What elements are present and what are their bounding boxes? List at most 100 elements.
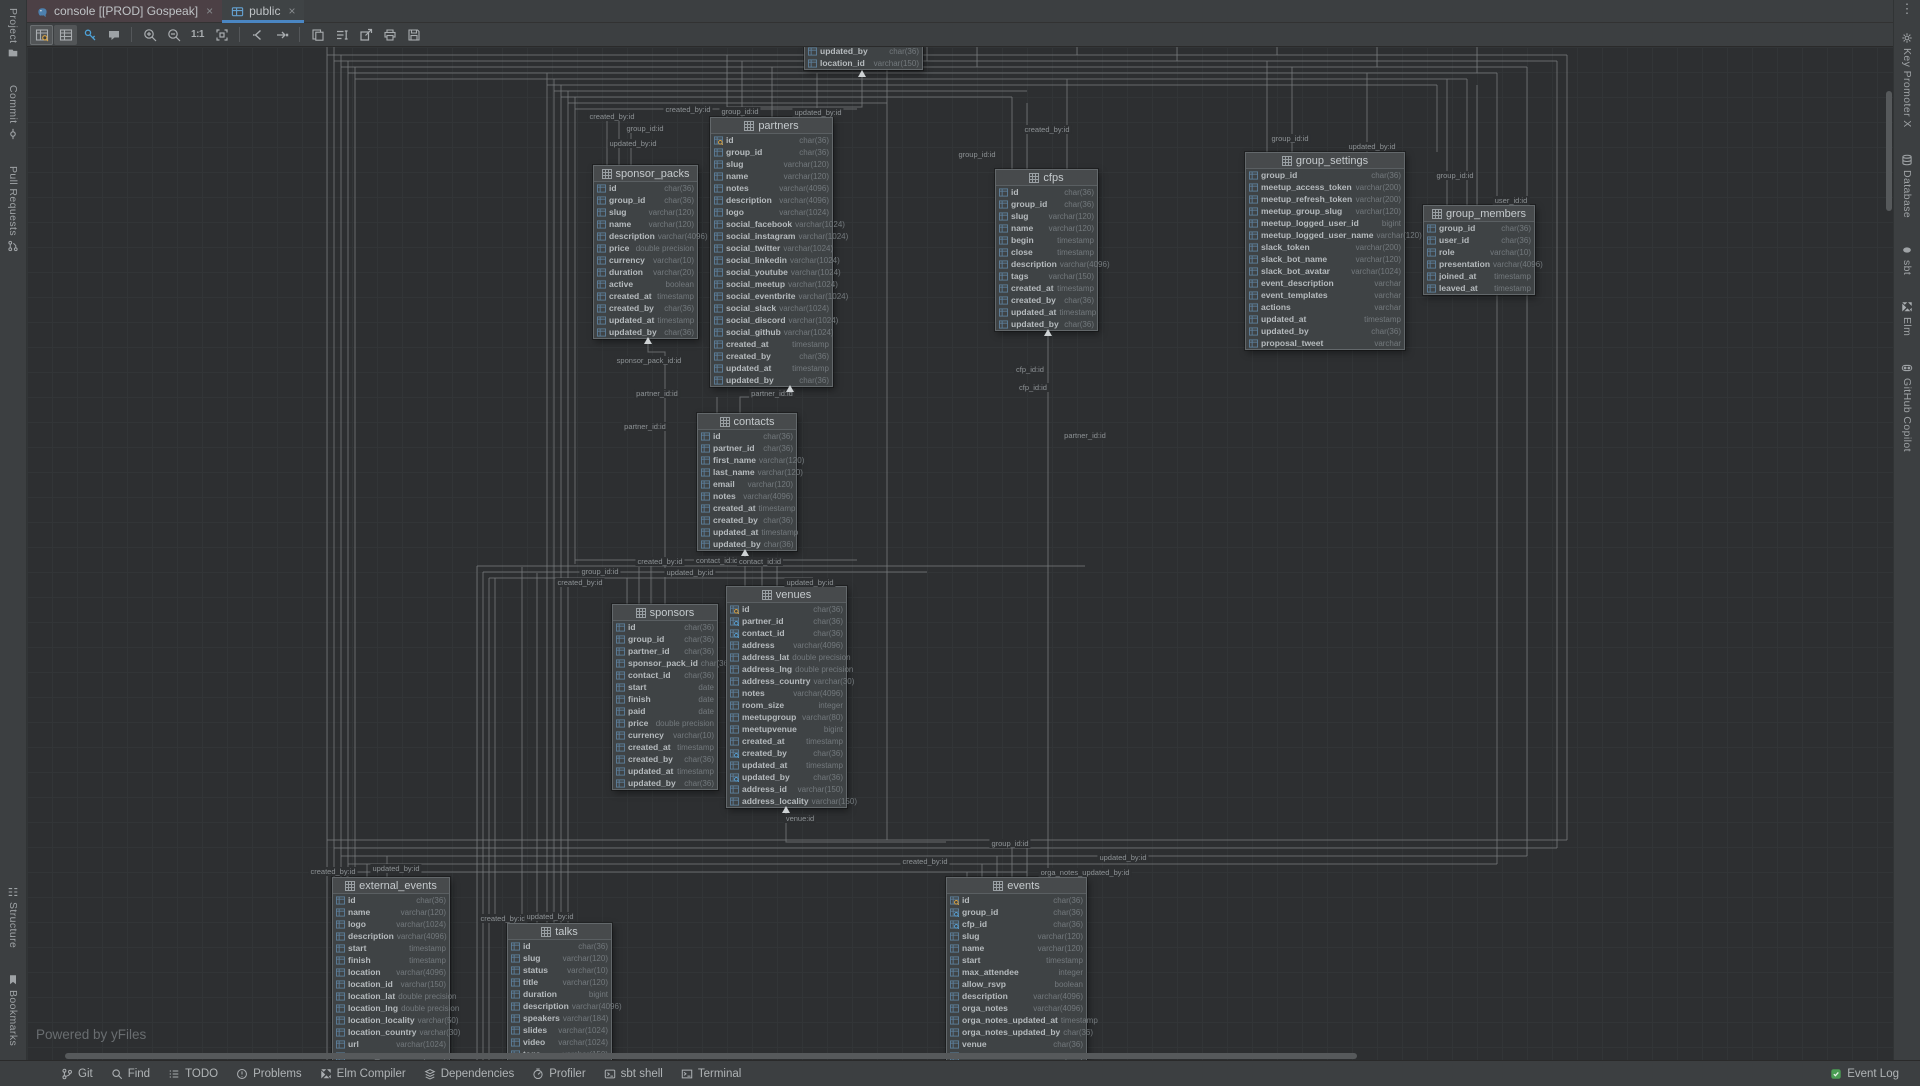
column-row[interactable]: finishtimestamp <box>333 954 449 966</box>
column-row[interactable]: contact_idchar(36) <box>613 669 717 681</box>
vertical-scrollbar[interactable] <box>1886 91 1892 211</box>
column-row[interactable]: location_idvarchar(150) <box>805 57 922 69</box>
column-row[interactable]: logovarchar(1024) <box>333 918 449 930</box>
column-row[interactable]: address_countryvarchar(30) <box>727 675 846 687</box>
column-row[interactable]: event_templatesvarchar <box>1246 289 1404 301</box>
column-row[interactable]: meetup_group_slugvarchar(120) <box>1246 205 1404 217</box>
column-row[interactable]: proposal_tweetvarchar <box>1246 337 1404 349</box>
close-icon[interactable]: × <box>288 4 295 18</box>
diagram-structure-view-button[interactable] <box>30 25 53 45</box>
column-row[interactable]: starttimestamp <box>333 942 449 954</box>
tab-console[interactable]: console [[PROD] Gospeak] × <box>27 0 222 22</box>
tool-window-button-bookmarks[interactable]: Bookmarks <box>7 974 19 1046</box>
column-row[interactable]: updated_attimestamp <box>594 314 697 326</box>
status-item-terminal[interactable]: Terminal <box>672 1068 750 1080</box>
column-row[interactable]: namevarchar(120) <box>594 218 697 230</box>
status-item-problems[interactable]: Problems <box>227 1068 311 1080</box>
export-diagram-button[interactable] <box>354 25 377 45</box>
column-row[interactable]: durationbigint <box>508 988 611 1000</box>
fit-content-button[interactable] <box>210 25 233 45</box>
column-row[interactable]: user_idchar(36) <box>1424 234 1534 246</box>
comments-button[interactable] <box>102 25 125 45</box>
tool-window-button-key-promoter-x[interactable]: Key Promoter X <box>1901 32 1913 128</box>
column-row[interactable]: presentationvarchar(4096) <box>1424 258 1534 270</box>
tool-window-button-sbt[interactable]: sbt <box>1901 244 1913 275</box>
column-row[interactable]: cfp_idchar(36) <box>947 918 1086 930</box>
column-row[interactable]: social_youtubevarchar(1024) <box>711 266 832 278</box>
column-row[interactable]: startdate <box>613 681 717 693</box>
column-row[interactable]: orga_notesvarchar(4096) <box>947 1002 1086 1014</box>
column-row[interactable]: created_attimestamp <box>727 735 846 747</box>
column-row[interactable]: created_bychar(36) <box>711 350 832 362</box>
column-row[interactable]: first_namevarchar(120) <box>698 454 796 466</box>
column-row[interactable]: created_attimestamp <box>996 282 1097 294</box>
table-header[interactable]: external_events <box>333 878 449 894</box>
column-row[interactable]: slugvarchar(120) <box>947 930 1086 942</box>
column-row[interactable]: meetupvenuebigint <box>727 723 846 735</box>
column-row[interactable]: namevarchar(120) <box>711 170 832 182</box>
column-row[interactable]: begintimestamp <box>996 234 1097 246</box>
column-row[interactable]: currencyvarchar(10) <box>594 254 697 266</box>
column-row[interactable]: address_lngdouble precision <box>727 663 846 675</box>
column-row[interactable]: pricedouble precision <box>613 717 717 729</box>
column-row[interactable]: slugvarchar(120) <box>508 952 611 964</box>
table-header[interactable]: cfps <box>996 170 1097 186</box>
column-row[interactable]: notesvarchar(4096) <box>698 490 796 502</box>
table-header[interactable]: sponsors <box>613 605 717 621</box>
column-row[interactable]: location_idvarchar(150) <box>333 978 449 990</box>
column-row[interactable]: idchar(36) <box>711 134 832 146</box>
tool-window-button-elm[interactable]: Elm <box>1901 301 1913 336</box>
tab-public[interactable]: public × <box>222 0 304 22</box>
column-row[interactable]: paiddate <box>613 705 717 717</box>
edit-columns-button[interactable] <box>330 25 353 45</box>
status-item-git[interactable]: Git <box>52 1068 102 1080</box>
column-row[interactable]: logovarchar(1024) <box>711 206 832 218</box>
column-row[interactable]: idchar(36) <box>996 186 1097 198</box>
status-item-elm-compiler[interactable]: Elm Compiler <box>311 1068 415 1080</box>
column-row[interactable]: locationvarchar(4096) <box>333 966 449 978</box>
column-row[interactable]: social_instagramvarchar(1024) <box>711 230 832 242</box>
column-row[interactable]: social_slackvarchar(1024) <box>711 302 832 314</box>
column-row[interactable]: idchar(36) <box>947 894 1086 906</box>
column-row[interactable]: created_attimestamp <box>594 290 697 302</box>
column-row[interactable]: updated_bychar(36) <box>1246 325 1404 337</box>
column-row[interactable]: max_attendeeinteger <box>947 966 1086 978</box>
column-row[interactable]: location_countryvarchar(30) <box>333 1026 449 1038</box>
column-row[interactable]: namevarchar(120) <box>947 942 1086 954</box>
table-partial[interactable]: updated_bychar(36)location_idvarchar(150… <box>804 47 923 70</box>
table-cfps[interactable]: cfpsidchar(36)group_idchar(36)slugvarcha… <box>995 169 1098 331</box>
table-header[interactable]: contacts <box>698 414 796 430</box>
column-row[interactable]: updated_bychar(36) <box>613 777 717 789</box>
column-row[interactable]: slack_tokenvarchar(200) <box>1246 241 1404 253</box>
column-row[interactable]: updated_attimestamp <box>1246 313 1404 325</box>
kebab-menu-icon[interactable]: ⋮ <box>1901 4 1914 14</box>
column-row[interactable]: meetup_logged_user_namevarchar(120) <box>1246 229 1404 241</box>
column-row[interactable]: updated_attimestamp <box>613 765 717 777</box>
column-row[interactable]: address_latdouble precision <box>727 651 846 663</box>
column-row[interactable]: created_bychar(36) <box>698 514 796 526</box>
column-row[interactable]: social_facebookvarchar(1024) <box>711 218 832 230</box>
tool-window-button-project[interactable]: Project <box>7 8 19 59</box>
column-row[interactable]: meetup_refresh_tokenvarchar(200) <box>1246 193 1404 205</box>
status-item-event-log[interactable]: Event Log <box>1821 1068 1908 1080</box>
column-row[interactable]: created_bychar(36) <box>613 753 717 765</box>
column-row[interactable]: created_bychar(36) <box>594 302 697 314</box>
column-row[interactable]: starttimestamp <box>947 954 1086 966</box>
status-item-dependencies[interactable]: Dependencies <box>415 1068 524 1080</box>
column-row[interactable]: emailvarchar(120) <box>698 478 796 490</box>
column-row[interactable]: videovarchar(1024) <box>508 1036 611 1048</box>
table-events[interactable]: eventsidchar(36)group_idchar(36)cfp_idch… <box>946 877 1087 1060</box>
column-row[interactable]: created_attimestamp <box>711 338 832 350</box>
table-group_members[interactable]: group_membersgroup_idchar(36)user_idchar… <box>1423 205 1535 295</box>
column-row[interactable]: idchar(36) <box>508 940 611 952</box>
column-row[interactable]: notesvarchar(4096) <box>711 182 832 194</box>
status-item-find[interactable]: Find <box>102 1068 159 1080</box>
diagram-canvas[interactable]: Powered by yFiles updated_bychar(36)loca… <box>27 47 1893 1060</box>
column-row[interactable]: pricedouble precision <box>594 242 697 254</box>
column-row[interactable]: venuechar(36) <box>947 1038 1086 1050</box>
column-row[interactable]: last_namevarchar(120) <box>698 466 796 478</box>
column-row[interactable]: updated_attimestamp <box>996 306 1097 318</box>
column-row[interactable]: event_descriptionvarchar <box>1246 277 1404 289</box>
column-row[interactable]: slack_bot_namevarchar(120) <box>1246 253 1404 265</box>
table-header[interactable]: partners <box>711 118 832 134</box>
